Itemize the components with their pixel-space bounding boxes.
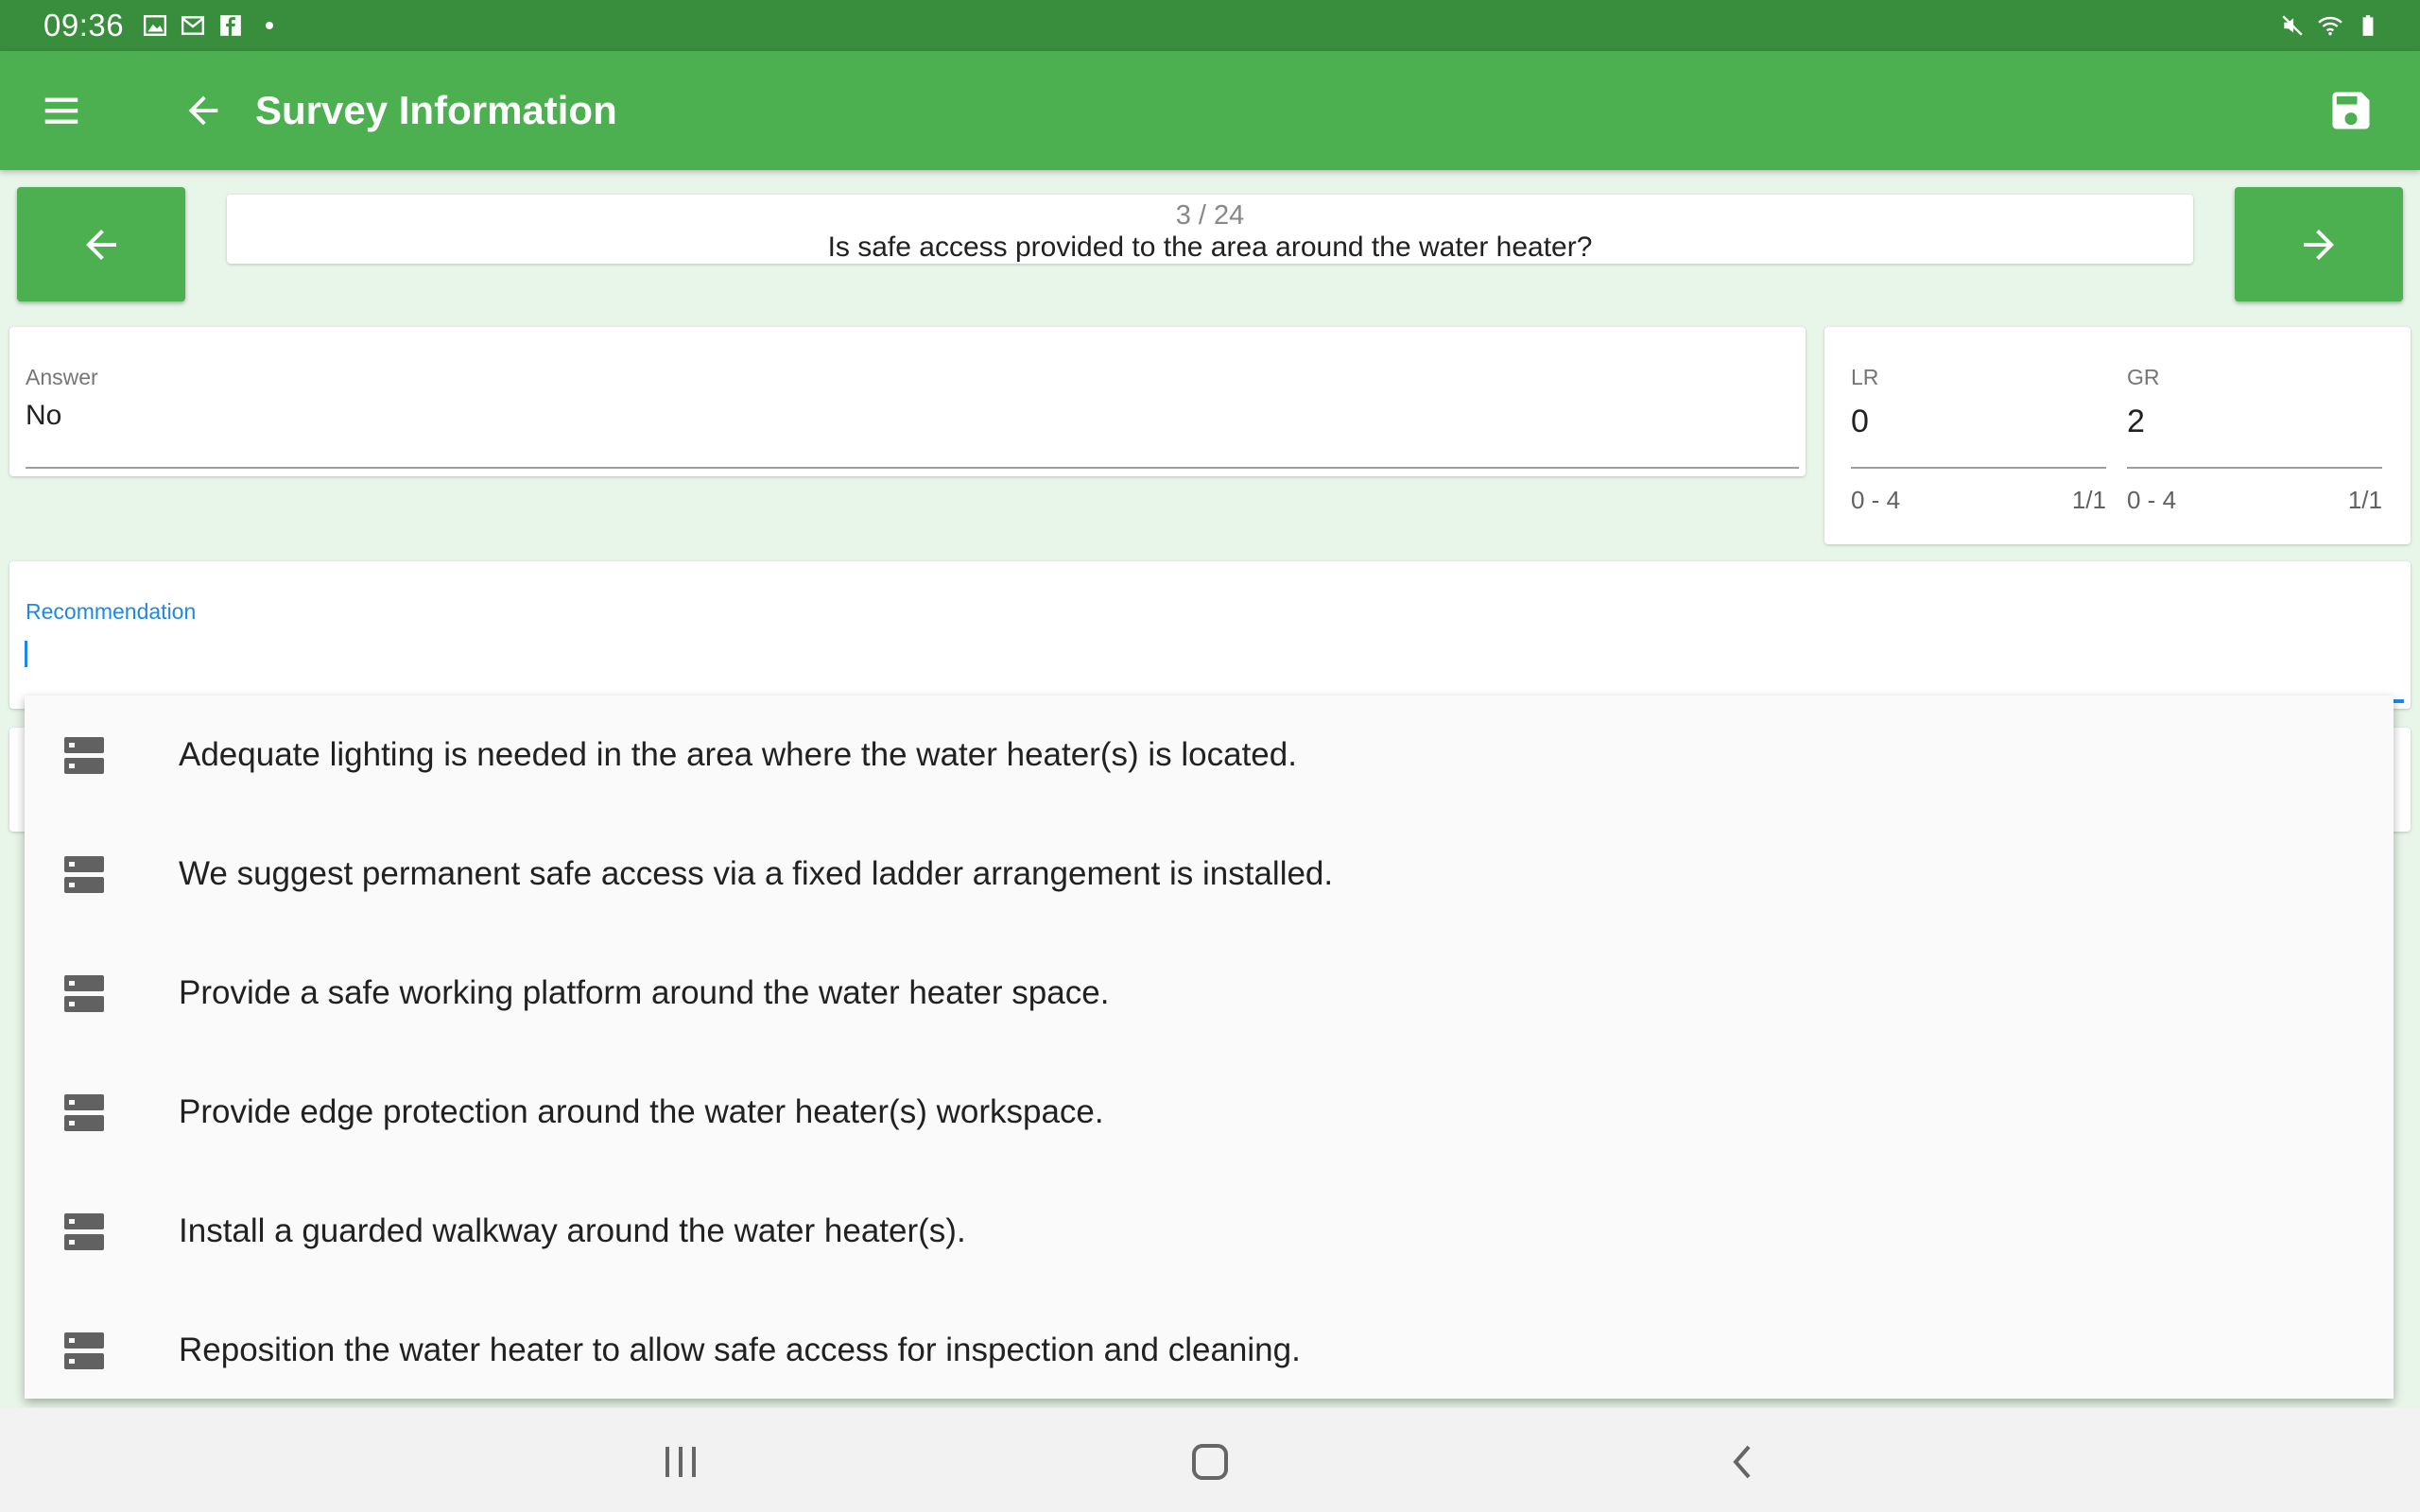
suggestion-text: Reposition the water heater to allow saf… — [179, 1332, 1301, 1368]
wifi-icon — [2318, 16, 2342, 36]
suggestion-text: Provide a safe working platform around t… — [179, 974, 1110, 1011]
back-button[interactable] — [170, 77, 236, 144]
arrow-left-icon — [86, 229, 116, 260]
lr-count: 1/1 — [2071, 486, 2106, 514]
next-question-button[interactable] — [2235, 187, 2403, 301]
suggestion-item[interactable]: We suggest permanent safe access via a f… — [25, 815, 2394, 934]
save-button[interactable] — [2316, 76, 2386, 146]
gr-value: 2 — [2127, 404, 2145, 439]
suggestion-item[interactable]: Provide edge protection around the water… — [25, 1053, 2394, 1172]
app-bar: Survey Information — [0, 51, 2420, 170]
gr-label: GR — [2127, 365, 2160, 389]
recommendation-label: Recommendation — [26, 599, 197, 624]
menu-button[interactable] — [28, 77, 95, 144]
dot-icon — [266, 22, 274, 29]
home-icon — [1192, 1444, 1228, 1480]
recommendation-card: Recommendation — [9, 561, 2411, 709]
menu-icon — [44, 97, 78, 124]
system-back-button[interactable] — [1709, 1429, 1775, 1495]
lr-input[interactable]: LR 0 — [1851, 365, 2106, 469]
home-button[interactable] — [1177, 1429, 1243, 1495]
storage-icon — [64, 1094, 104, 1131]
recommendation-input[interactable] — [26, 637, 2294, 675]
lr-helper: 0 - 4 1/1 — [1851, 486, 2106, 515]
gr-helper: 0 - 4 1/1 — [2127, 486, 2382, 515]
question-text: Is safe access provided to the area arou… — [827, 232, 1593, 263]
arrow-right-icon — [2304, 229, 2334, 260]
storage-icon — [64, 975, 104, 1012]
text-caret — [25, 641, 27, 667]
answer-field[interactable]: Answer No — [26, 365, 1799, 469]
question-card: 3 / 24 Is safe access provided to the ar… — [227, 195, 2193, 264]
suggestion-text: Adequate lighting is needed in the area … — [179, 736, 1297, 773]
lr-field[interactable]: LR 0 0 - 4 1/1 — [1851, 365, 2106, 515]
gr-count: 1/1 — [2347, 486, 2382, 514]
recent-apps-icon — [666, 1447, 696, 1477]
answer-label: Answer — [26, 365, 98, 389]
lr-value: 0 — [1851, 404, 1869, 439]
recommendation-field[interactable]: Recommendation — [26, 599, 2404, 703]
rating-card: LR 0 0 - 4 1/1 GR 2 0 - 4 1/1 — [1824, 327, 2411, 544]
gr-field[interactable]: GR 2 0 - 4 1/1 — [2127, 365, 2382, 515]
storage-icon — [64, 1213, 104, 1250]
answer-value: No — [26, 400, 62, 431]
suggestion-text: Provide edge protection around the water… — [179, 1093, 1104, 1130]
storage-icon — [64, 1332, 104, 1369]
gr-input[interactable]: GR 2 — [2127, 365, 2382, 469]
suggestion-item[interactable]: Reposition the water heater to allow saf… — [25, 1291, 2394, 1399]
facebook-icon — [220, 15, 241, 36]
image-icon — [144, 15, 167, 36]
previous-question-button[interactable] — [17, 187, 185, 301]
suggestion-text: Install a guarded walkway around the wat… — [179, 1212, 966, 1249]
suggestion-item[interactable]: Provide a safe working platform around t… — [25, 934, 2394, 1053]
lr-range: 0 - 4 — [1851, 486, 1901, 514]
storage-icon — [64, 856, 104, 893]
suggestion-dropdown: Adequate lighting is needed in the area … — [25, 696, 2394, 1399]
save-icon — [2332, 92, 2370, 129]
lr-label: LR — [1851, 365, 1879, 389]
status-bar: 09:36 — [0, 0, 2420, 51]
system-back-icon — [1733, 1445, 1751, 1479]
gr-range: 0 - 4 — [2127, 486, 2177, 514]
page-title: Survey Information — [255, 88, 617, 132]
suggestion-item[interactable]: Adequate lighting is needed in the area … — [25, 696, 2394, 815]
mail-icon — [182, 16, 205, 35]
storage-icon — [64, 737, 104, 774]
suggestion-item[interactable]: Install a guarded walkway around the wat… — [25, 1172, 2394, 1291]
suggestion-text: We suggest permanent safe access via a f… — [179, 855, 1334, 892]
battery-icon — [2362, 15, 2374, 36]
back-arrow-icon — [188, 95, 218, 126]
status-time: 09:36 — [43, 8, 125, 43]
mute-icon — [2282, 15, 2303, 36]
system-status-icons — [2280, 0, 2380, 51]
recent-apps-button[interactable] — [648, 1429, 714, 1495]
notification-icons — [143, 13, 274, 38]
question-counter: 3 / 24 — [1175, 200, 1245, 231]
answer-card: Answer No — [9, 327, 1806, 476]
system-nav-bar — [0, 1408, 2420, 1512]
